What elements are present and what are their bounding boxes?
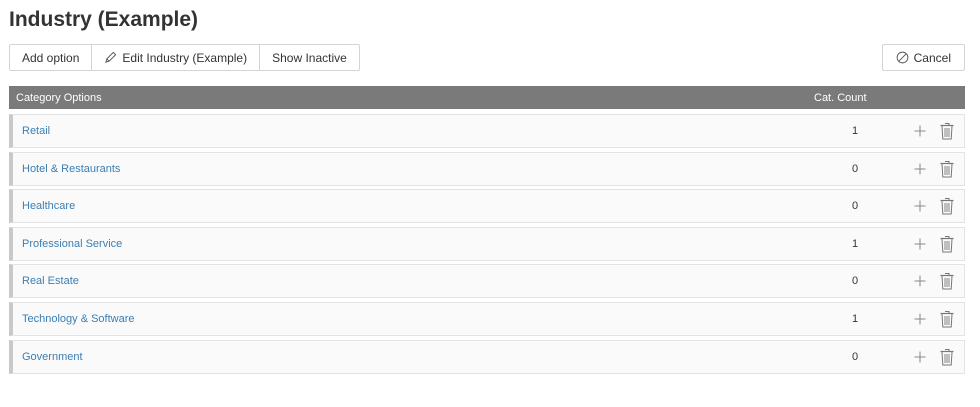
- trash-icon[interactable]: [940, 197, 954, 220]
- table-row: Professional Service 1: [9, 226, 965, 261]
- plus-icon[interactable]: [914, 350, 926, 368]
- cat-count-header: Cat. Count: [814, 91, 867, 104]
- category-count: 0: [852, 275, 859, 288]
- plus-icon[interactable]: [914, 274, 926, 292]
- trash-icon[interactable]: [940, 235, 954, 258]
- category-option-link[interactable]: Healthcare: [22, 200, 75, 212]
- show-inactive-label: Show Inactive: [272, 50, 347, 65]
- trash-icon[interactable]: [940, 160, 954, 183]
- trash-icon[interactable]: [940, 310, 954, 333]
- plus-icon[interactable]: [914, 162, 926, 180]
- table-header: Category Options Cat. Count: [9, 86, 965, 109]
- edit-industry-label: Edit Industry (Example): [122, 50, 248, 65]
- trash-icon[interactable]: [940, 272, 954, 295]
- add-option-label: Add option: [22, 50, 80, 65]
- category-options-header: Category Options: [16, 91, 102, 104]
- category-count: 1: [852, 125, 859, 137]
- trash-icon[interactable]: [940, 348, 954, 371]
- table-row: Real Estate 0: [9, 264, 965, 299]
- category-option-link[interactable]: Government: [22, 351, 83, 363]
- category-count: 0: [852, 200, 859, 213]
- plus-icon[interactable]: [914, 237, 926, 255]
- category-options-table: Category Options Cat. Count Retail 1 Hot…: [9, 86, 965, 377]
- category-count: 0: [852, 162, 859, 175]
- category-option-link[interactable]: Technology & Software: [22, 313, 135, 325]
- category-count: 0: [852, 350, 859, 363]
- category-option-link[interactable]: Real Estate: [22, 275, 79, 287]
- trash-icon[interactable]: [940, 122, 954, 145]
- table-row: Healthcare 0: [9, 189, 965, 224]
- cancel-label: Cancel: [913, 50, 951, 65]
- page-title: Industry (Example): [9, 8, 199, 31]
- plus-icon[interactable]: [914, 312, 926, 330]
- show-inactive-button[interactable]: Show Inactive: [260, 44, 360, 71]
- category-count: 1: [852, 237, 859, 250]
- plus-icon[interactable]: [914, 199, 926, 217]
- category-option-link[interactable]: Retail: [22, 125, 50, 137]
- plus-icon[interactable]: [914, 124, 926, 142]
- toolbar: Add option Edit Industry (Example) Show …: [9, 44, 360, 71]
- table-row: Government 0: [9, 339, 965, 374]
- table-row: Hotel & Restaurants 0: [9, 151, 965, 186]
- table-row: Technology & Software 1: [9, 301, 965, 336]
- cancel-button[interactable]: Cancel: [881, 44, 965, 71]
- pencil-icon: [104, 51, 117, 64]
- category-option-link[interactable]: Hotel & Restaurants: [22, 163, 120, 175]
- edit-industry-button[interactable]: Edit Industry (Example): [92, 44, 261, 71]
- cancel-icon: [896, 51, 909, 64]
- table-body: Retail 1 Hotel & Restaurants 0 Healthcar…: [9, 114, 965, 374]
- category-count: 1: [852, 312, 859, 325]
- add-option-button[interactable]: Add option: [9, 44, 93, 71]
- table-row: Retail 1: [9, 114, 965, 148]
- category-option-link[interactable]: Professional Service: [22, 238, 122, 250]
